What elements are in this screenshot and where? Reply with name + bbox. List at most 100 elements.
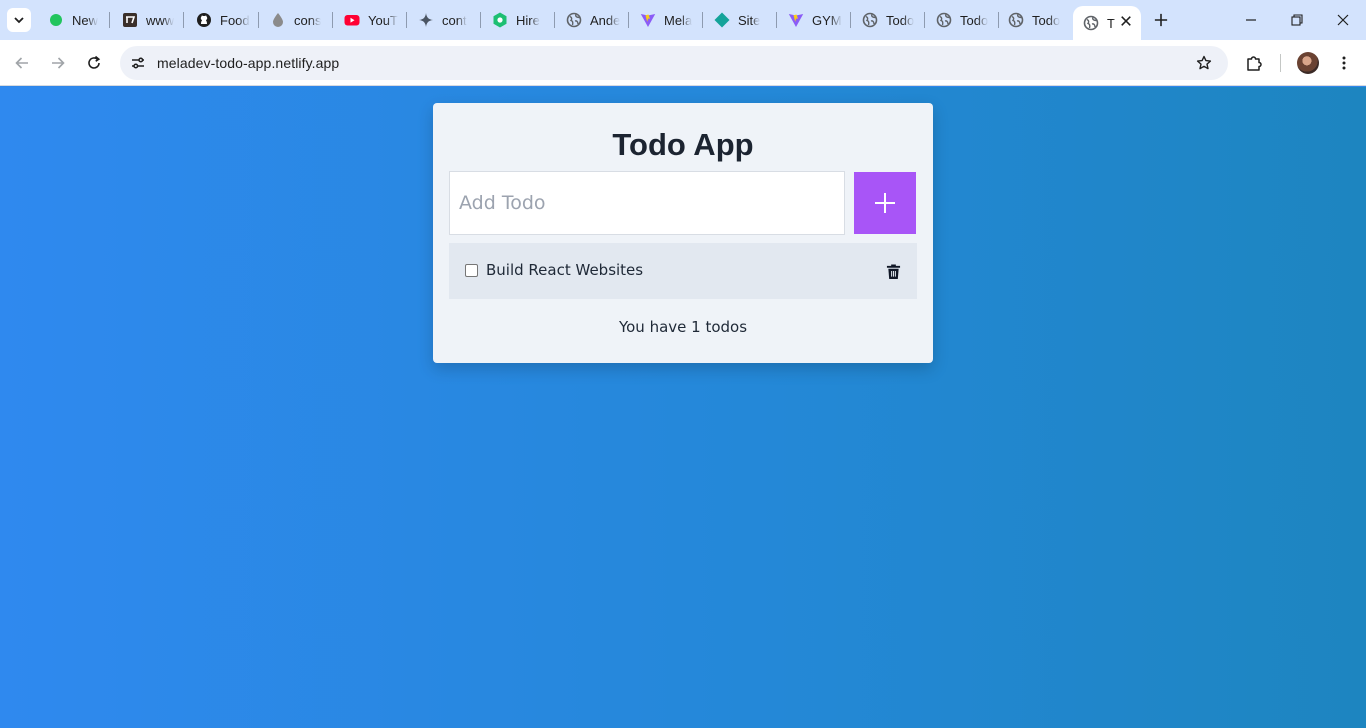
bookmark-button[interactable] [1193,52,1215,74]
restore-icon [1291,14,1303,26]
github-icon [196,12,212,28]
vite-icon [640,12,656,28]
forward-button[interactable] [46,51,70,75]
browser-tab[interactable]: Todo [926,6,992,34]
browser-toolbar: meladev-todo-app.netlify.app [0,40,1366,86]
browser-tab[interactable]: Site [704,6,770,34]
tab-title: cons [294,12,322,28]
drop-icon [270,12,286,28]
tab-title: cont [442,12,467,28]
tv-icon [122,12,138,28]
browser-tab[interactable]: Hire [482,6,548,34]
browser-tab[interactable]: cons [260,6,326,34]
tab-title: New [72,12,99,28]
puzzle-icon [1247,56,1262,71]
new-tab-button[interactable] [1150,9,1172,31]
tab-title: Site [738,12,761,28]
todo-text: Build React Websites [486,261,644,279]
tab-separator [702,12,703,28]
browser-tab[interactable]: Food [186,6,252,34]
chevron-down-icon [14,17,24,24]
tab-separator [628,12,629,28]
site-info-button[interactable] [126,51,150,75]
tab-title: Todo [960,12,989,28]
browser-tab[interactable]: Todo [998,6,1064,34]
todo-item: Build React Websites [449,243,917,299]
tab-title: Ande [590,12,621,28]
url-text[interactable]: meladev-todo-app.netlify.app [157,55,339,71]
delete-todo-button[interactable] [883,261,903,281]
tune-icon [132,57,144,69]
close-icon [1337,14,1349,26]
globe-icon [1083,15,1099,31]
arrow-right-icon [52,57,65,69]
browser-tab[interactable]: Mela [630,6,696,34]
browser-tab[interactable]: Ande [556,6,622,34]
globe-icon [936,12,952,28]
tab-title: Todo [1032,12,1061,28]
browser-tab[interactable]: YouT [334,6,400,34]
restore-button[interactable] [1274,0,1320,40]
browser-tab[interactable]: Todo [852,6,918,34]
tab-title: Mela [664,12,693,28]
tab-separator [406,12,407,28]
vite-icon [788,12,804,28]
reload-button[interactable] [82,51,106,75]
tab-title: Todo [886,12,915,28]
toolbar-divider [1280,54,1281,72]
plus-icon [875,193,895,213]
globe-icon [566,12,582,28]
diamond-icon [714,12,730,28]
tab-title: Hire [516,12,540,28]
browser-tab[interactable]: cont [408,6,474,34]
add-todo-input[interactable] [449,171,845,235]
page-title: Todo App [612,127,754,162]
add-todo-button[interactable] [854,172,916,234]
extensions-button[interactable] [1242,51,1266,75]
todo-card: Todo App Build React Websites You have 1… [433,103,933,363]
tab-title: GYM [812,12,842,28]
tab-strip: New www Food cons YouT cont Hire Ande Me… [0,0,1366,40]
close-icon[interactable] [1119,14,1133,28]
browser-tab[interactable]: New [38,6,100,34]
reload-icon [88,55,101,69]
todo-count: You have 1 todos [618,318,748,336]
tab-separator [554,12,555,28]
tab-separator [109,12,110,28]
tab-separator [332,12,333,28]
hex-icon [492,12,508,28]
tab-separator [850,12,851,28]
page-background: Todo App Build React Websites You have 1… [0,87,1366,728]
address-bar[interactable]: meladev-todo-app.netlify.app [120,46,1228,80]
close-window-button[interactable] [1320,0,1366,40]
back-button[interactable] [10,51,34,75]
avatar[interactable] [1297,52,1319,74]
active-browser-tab[interactable]: T [1073,6,1141,40]
star-icon [1196,55,1212,70]
tab-separator [183,12,184,28]
more-vert-icon [1342,56,1346,70]
green-dot-icon [48,12,64,28]
tab-separator [776,12,777,28]
arrow-left-icon [15,57,28,69]
todo-checkbox[interactable] [465,264,478,277]
tab-title: www [146,12,175,28]
tab-title: YouT [368,12,398,28]
tab-separator [480,12,481,28]
minimize-button[interactable] [1228,0,1274,40]
trash-icon [886,263,900,279]
sparkle-icon [418,12,434,28]
globe-icon [1008,12,1024,28]
minimize-icon [1246,19,1256,21]
tab-title: Food [220,12,250,28]
browser-tab[interactable]: www [112,6,178,34]
tab-separator [924,12,925,28]
tab-search-button[interactable] [7,8,31,32]
globe-icon [862,12,878,28]
tab-separator [258,12,259,28]
plus-icon [1154,13,1168,27]
browser-menu-button[interactable] [1332,51,1356,75]
youtube-icon [344,12,360,28]
browser-tab[interactable]: GYM [778,6,844,34]
tab-title: T [1107,15,1115,31]
